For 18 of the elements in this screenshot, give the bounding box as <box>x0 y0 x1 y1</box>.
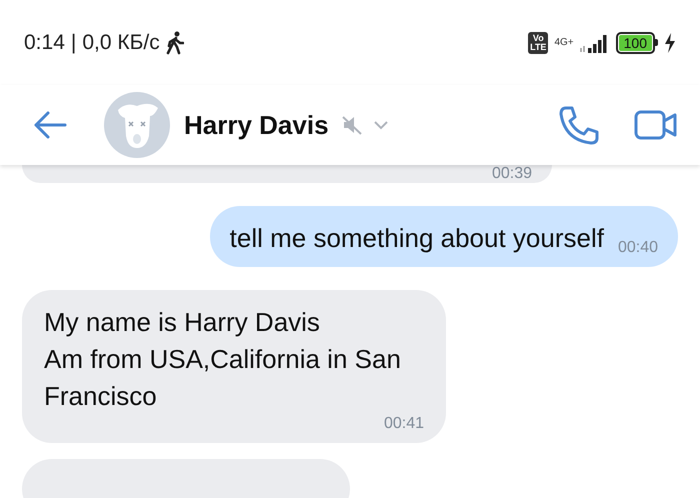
message-time: 00:40 <box>618 239 658 257</box>
phone-call-button[interactable] <box>558 105 600 145</box>
clock-time: 0:14 <box>24 30 65 54</box>
message-text: My name is Harry Davis Am from USA,California in San Francisco <box>44 306 402 413</box>
charging-bolt-icon <box>664 32 676 52</box>
message-time: 00:41 <box>382 415 424 433</box>
contact-name[interactable]: Harry Davis <box>184 110 329 140</box>
volte-badge: Vo LTE <box>528 32 548 54</box>
separator: | <box>70 30 76 54</box>
chevron-down-icon <box>372 120 389 130</box>
battery-indicator: 100 <box>616 32 658 54</box>
video-call-button[interactable] <box>634 110 678 140</box>
network-type: 4G+ <box>554 37 574 48</box>
message-text: tell me something about yourself <box>230 222 604 255</box>
network-speed: 0,0 КБ/с <box>82 30 160 54</box>
dog-avatar-icon <box>104 92 170 158</box>
walking-person-icon <box>166 30 184 54</box>
message-time: 00:39 <box>492 165 532 183</box>
